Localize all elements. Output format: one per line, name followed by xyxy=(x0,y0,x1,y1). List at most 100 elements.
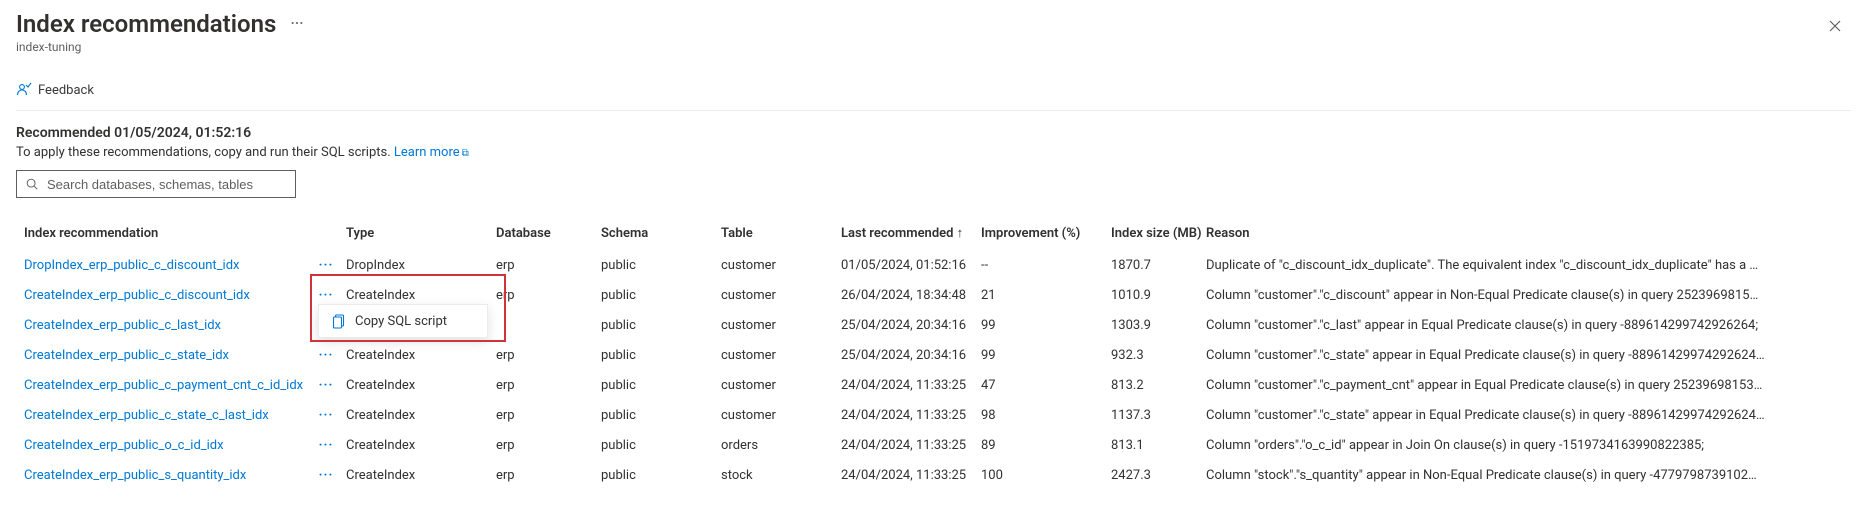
row-overflow-icon[interactable]: ··· xyxy=(319,258,334,273)
cell-last: 24/04/2024, 11:33:25 xyxy=(841,378,981,393)
cell-size: 1303.9 xyxy=(1111,318,1206,333)
copy-sql-label: Copy SQL script xyxy=(355,314,447,329)
cell-size: 1010.9 xyxy=(1111,288,1206,303)
cell-database: erp xyxy=(496,438,601,453)
cell-reason: Duplicate of "c_discount_idx_duplicate".… xyxy=(1206,258,1851,273)
index-name-link[interactable]: CreateIndex_erp_public_c_state_idx xyxy=(24,348,229,363)
cell-last: 25/04/2024, 20:34:16 xyxy=(841,318,981,333)
col-header-name[interactable]: Index recommendation xyxy=(16,226,306,241)
col-header-last[interactable]: Last recommended ↑ xyxy=(841,225,981,241)
cell-improvement: 89 xyxy=(981,438,1111,453)
index-name-link[interactable]: CreateIndex_erp_public_c_discount_idx xyxy=(24,288,250,303)
learn-more-link[interactable]: Learn more⧉ xyxy=(394,145,469,160)
cell-type: CreateIndex xyxy=(346,468,496,483)
row-overflow-icon[interactable]: ··· xyxy=(319,348,334,363)
cell-database: erp xyxy=(496,468,601,483)
index-name-link[interactable]: CreateIndex_erp_public_c_last_idx xyxy=(24,318,221,333)
col-header-schema[interactable]: Schema xyxy=(601,226,721,241)
cell-type: CreateIndex xyxy=(346,438,496,453)
cell-reason: Column "customer"."c_discount" appear in… xyxy=(1206,288,1851,303)
cell-improvement: 100 xyxy=(981,468,1111,483)
copy-sql-script-item[interactable]: Copy SQL script xyxy=(319,305,487,337)
title-overflow-icon[interactable] xyxy=(290,10,304,34)
cell-size: 2427.3 xyxy=(1111,468,1206,483)
cell-last: 24/04/2024, 11:33:25 xyxy=(841,408,981,423)
apply-instructions: To apply these recommendations, copy and… xyxy=(16,145,1851,160)
cell-schema: public xyxy=(601,318,721,333)
feedback-icon xyxy=(16,82,32,98)
table-row: CreateIndex_erp_public_c_state_idx ··· C… xyxy=(16,340,1851,370)
col-header-database[interactable]: Database xyxy=(496,226,601,241)
cell-table: customer xyxy=(721,408,841,423)
cell-type: CreateIndex xyxy=(346,348,496,363)
table-row: CreateIndex_erp_public_c_state_c_last_id… xyxy=(16,400,1851,430)
row-overflow-icon[interactable]: ··· xyxy=(319,438,334,453)
table-row: CreateIndex_erp_public_c_payment_cnt_c_i… xyxy=(16,370,1851,400)
search-input[interactable] xyxy=(45,176,287,193)
col-header-reason[interactable]: Reason xyxy=(1206,226,1851,241)
cell-reason: Column "customer"."c_state" appear in Eq… xyxy=(1206,348,1851,363)
index-name-link[interactable]: CreateIndex_erp_public_o_c_id_idx xyxy=(24,438,224,453)
cell-table: customer xyxy=(721,318,841,333)
row-overflow-icon[interactable]: ··· xyxy=(319,408,334,423)
cell-schema: public xyxy=(601,288,721,303)
close-button[interactable] xyxy=(1819,10,1851,42)
page-title: Index recommendations xyxy=(16,10,276,38)
table-row: CreateIndex_erp_public_c_last_idx ··· pu… xyxy=(16,310,1851,340)
cell-table: orders xyxy=(721,438,841,453)
cell-reason: Column "customer"."c_last" appear in Equ… xyxy=(1206,318,1851,333)
cell-last: 26/04/2024, 18:34:48 xyxy=(841,288,981,303)
recommendations-table: Index recommendation Type Database Schem… xyxy=(16,220,1851,490)
feedback-button[interactable]: Feedback xyxy=(16,82,94,98)
cell-improvement: 99 xyxy=(981,348,1111,363)
search-icon xyxy=(25,177,39,191)
col-header-size[interactable]: Index size (MB) xyxy=(1111,226,1206,241)
row-overflow-icon[interactable]: ··· xyxy=(319,288,334,303)
cell-size: 813.2 xyxy=(1111,378,1206,393)
row-context-menu: Copy SQL script xyxy=(318,304,488,338)
copy-icon xyxy=(331,313,347,329)
index-name-link[interactable]: CreateIndex_erp_public_c_state_c_last_id… xyxy=(24,408,269,423)
cell-improvement: 47 xyxy=(981,378,1111,393)
index-name-link[interactable]: DropIndex_erp_public_c_discount_idx xyxy=(24,258,240,273)
cell-database: erp xyxy=(496,258,601,273)
cell-type: CreateIndex xyxy=(346,408,496,423)
cell-reason: Column "customer"."c_payment_cnt" appear… xyxy=(1206,378,1851,393)
cell-schema: public xyxy=(601,408,721,423)
index-name-link[interactable]: CreateIndex_erp_public_c_payment_cnt_c_i… xyxy=(24,378,303,393)
cell-size: 932.3 xyxy=(1111,348,1206,363)
row-overflow-icon[interactable]: ··· xyxy=(319,468,334,483)
cell-database: erp xyxy=(496,378,601,393)
cell-reason: Column "orders"."o_c_id" appear in Join … xyxy=(1206,438,1851,453)
table-row: CreateIndex_erp_public_o_c_id_idx ··· Cr… xyxy=(16,430,1851,460)
cell-type: CreateIndex xyxy=(346,288,496,303)
cell-last: 01/05/2024, 01:52:16 xyxy=(841,258,981,273)
index-name-link[interactable]: CreateIndex_erp_public_s_quantity_idx xyxy=(24,468,246,483)
search-input-wrapper[interactable] xyxy=(16,170,296,198)
table-row: CreateIndex_erp_public_c_discount_idx ··… xyxy=(16,280,1851,310)
cell-table: customer xyxy=(721,288,841,303)
cell-database: erp xyxy=(496,408,601,423)
external-link-icon: ⧉ xyxy=(462,148,469,159)
cell-last: 24/04/2024, 11:33:25 xyxy=(841,438,981,453)
cell-size: 1870.7 xyxy=(1111,258,1206,273)
table-header-row: Index recommendation Type Database Schem… xyxy=(16,220,1851,250)
cell-table: customer xyxy=(721,378,841,393)
row-overflow-icon[interactable]: ··· xyxy=(319,378,334,393)
cell-improvement: 98 xyxy=(981,408,1111,423)
cell-improvement: 21 xyxy=(981,288,1111,303)
col-header-improvement[interactable]: Improvement (%) xyxy=(981,226,1111,241)
cell-last: 24/04/2024, 11:33:25 xyxy=(841,468,981,483)
page-subtitle: index-tuning xyxy=(16,40,304,54)
cell-reason: Column "customer"."c_state" appear in Eq… xyxy=(1206,408,1851,423)
recommended-heading: Recommended 01/05/2024, 01:52:16 xyxy=(16,125,1851,141)
cell-last: 25/04/2024, 20:34:16 xyxy=(841,348,981,363)
cell-table: customer xyxy=(721,258,841,273)
col-header-table[interactable]: Table xyxy=(721,226,841,241)
feedback-label: Feedback xyxy=(38,83,94,98)
cell-schema: public xyxy=(601,258,721,273)
cell-size: 1137.3 xyxy=(1111,408,1206,423)
col-header-type[interactable]: Type xyxy=(346,226,496,241)
cell-type: DropIndex xyxy=(346,258,496,273)
cell-table: customer xyxy=(721,348,841,363)
